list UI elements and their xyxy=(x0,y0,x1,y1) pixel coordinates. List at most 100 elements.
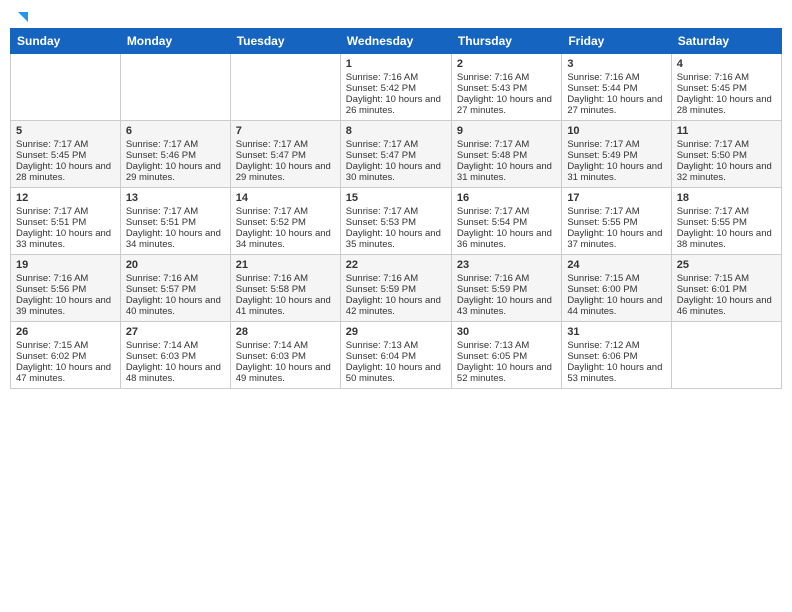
calendar-day-cell: 3Sunrise: 7:16 AMSunset: 5:44 PMDaylight… xyxy=(562,54,671,121)
calendar-day-cell: 31 Sunrise: 7:12 AMSunset: 6:06 PMDayligh… xyxy=(562,322,671,389)
sunrise-text: Sunrise: 7:14 AM xyxy=(236,340,335,351)
day-number: 20 xyxy=(126,259,225,271)
daylight-text: Daylight: 10 hours and 53 minutes. xyxy=(567,362,665,384)
calendar-week-row: 5Sunrise: 7:17 AMSunset: 5:45 PMDaylight… xyxy=(11,121,782,188)
calendar-day-cell: 11Sunrise: 7:17 AMSunset: 5:50 PMDayligh… xyxy=(671,121,781,188)
sunrise-text: Sunrise: 7:15 AM xyxy=(677,273,776,284)
sunset-text: Sunset: 5:47 PM xyxy=(346,150,446,161)
daylight-text: Daylight: 10 hours and 33 minutes. xyxy=(16,228,115,250)
calendar-day-cell: 27Sunrise: 7:14 AMSunset: 6:03 PMDayligh… xyxy=(120,322,230,389)
day-number: 29 xyxy=(346,326,446,338)
sunset-text: Sunset: 6:02 PM xyxy=(16,351,115,362)
daylight-text: Daylight: 10 hours and 27 minutes. xyxy=(567,94,665,116)
weekday-header-tuesday: Tuesday xyxy=(230,29,340,54)
sunrise-text: Sunrise: 7:17 AM xyxy=(126,139,225,150)
sunrise-text: Sunrise: 7:16 AM xyxy=(126,273,225,284)
sunset-text: Sunset: 5:59 PM xyxy=(457,284,556,295)
daylight-text: Daylight: 10 hours and 46 minutes. xyxy=(677,295,776,317)
day-number: 22 xyxy=(346,259,446,271)
daylight-text: Daylight: 10 hours and 44 minutes. xyxy=(567,295,665,317)
day-number: 17 xyxy=(567,192,665,204)
daylight-text: Daylight: 10 hours and 47 minutes. xyxy=(16,362,115,384)
sunrise-text: Sunrise: 7:16 AM xyxy=(457,72,556,83)
day-number: 21 xyxy=(236,259,335,271)
daylight-text: Daylight: 10 hours and 29 minutes. xyxy=(236,161,335,183)
sunset-text: Sunset: 6:01 PM xyxy=(677,284,776,295)
calendar-day-cell xyxy=(11,54,121,121)
sunset-text: Sunset: 6:05 PM xyxy=(457,351,556,362)
daylight-text: Daylight: 10 hours and 26 minutes. xyxy=(346,94,446,116)
calendar-day-cell: 15Sunrise: 7:17 AMSunset: 5:53 PMDayligh… xyxy=(340,188,451,255)
sunset-text: Sunset: 6:06 PM xyxy=(567,351,665,362)
sunrise-text: Sunrise: 7:12 AM xyxy=(567,340,665,351)
day-number: 6 xyxy=(126,125,225,137)
sunrise-text: Sunrise: 7:16 AM xyxy=(457,273,556,284)
sunset-text: Sunset: 5:58 PM xyxy=(236,284,335,295)
calendar-day-cell: 20Sunrise: 7:16 AMSunset: 5:57 PMDayligh… xyxy=(120,255,230,322)
calendar-week-row: 12Sunrise: 7:17 AMSunset: 5:51 PMDayligh… xyxy=(11,188,782,255)
day-number: 12 xyxy=(16,192,115,204)
day-number: 5 xyxy=(16,125,115,137)
sunrise-text: Sunrise: 7:17 AM xyxy=(567,206,665,217)
sunset-text: Sunset: 6:00 PM xyxy=(567,284,665,295)
sunrise-text: Sunrise: 7:16 AM xyxy=(677,72,776,83)
sunrise-text: Sunrise: 7:17 AM xyxy=(346,139,446,150)
weekday-header-friday: Friday xyxy=(562,29,671,54)
sunrise-text: Sunrise: 7:17 AM xyxy=(236,206,335,217)
daylight-text: Daylight: 10 hours and 43 minutes. xyxy=(457,295,556,317)
sunrise-text: Sunrise: 7:17 AM xyxy=(677,206,776,217)
logo xyxy=(14,10,30,20)
daylight-text: Daylight: 10 hours and 52 minutes. xyxy=(457,362,556,384)
calendar-day-cell: 9Sunrise: 7:17 AMSunset: 5:48 PMDaylight… xyxy=(451,121,561,188)
daylight-text: Daylight: 10 hours and 28 minutes. xyxy=(16,161,115,183)
day-number: 23 xyxy=(457,259,556,271)
sunset-text: Sunset: 5:44 PM xyxy=(567,83,665,94)
sunset-text: Sunset: 5:43 PM xyxy=(457,83,556,94)
sunrise-text: Sunrise: 7:13 AM xyxy=(457,340,556,351)
calendar-day-cell: 18Sunrise: 7:17 AMSunset: 5:55 PMDayligh… xyxy=(671,188,781,255)
day-number: 24 xyxy=(567,259,665,271)
sunrise-text: Sunrise: 7:14 AM xyxy=(126,340,225,351)
calendar-day-cell xyxy=(230,54,340,121)
calendar-day-cell: 13Sunrise: 7:17 AMSunset: 5:51 PMDayligh… xyxy=(120,188,230,255)
calendar-day-cell: 28Sunrise: 7:14 AMSunset: 6:03 PMDayligh… xyxy=(230,322,340,389)
day-number: 14 xyxy=(236,192,335,204)
daylight-text: Daylight: 10 hours and 36 minutes. xyxy=(457,228,556,250)
daylight-text: Daylight: 10 hours and 39 minutes. xyxy=(16,295,115,317)
day-number: 25 xyxy=(677,259,776,271)
daylight-text: Daylight: 10 hours and 38 minutes. xyxy=(677,228,776,250)
daylight-text: Daylight: 10 hours and 37 minutes. xyxy=(567,228,665,250)
sunrise-text: Sunrise: 7:17 AM xyxy=(457,206,556,217)
daylight-text: Daylight: 10 hours and 50 minutes. xyxy=(346,362,446,384)
calendar-day-cell: 19Sunrise: 7:16 AMSunset: 5:56 PMDayligh… xyxy=(11,255,121,322)
day-number: 31 xyxy=(567,326,665,338)
sunrise-text: Sunrise: 7:17 AM xyxy=(236,139,335,150)
sunset-text: Sunset: 5:55 PM xyxy=(677,217,776,228)
day-number: 15 xyxy=(346,192,446,204)
sunset-text: Sunset: 5:45 PM xyxy=(16,150,115,161)
weekday-header-wednesday: Wednesday xyxy=(340,29,451,54)
day-number: 13 xyxy=(126,192,225,204)
day-number: 9 xyxy=(457,125,556,137)
day-number: 4 xyxy=(677,58,776,70)
sunrise-text: Sunrise: 7:15 AM xyxy=(567,273,665,284)
daylight-text: Daylight: 10 hours and 48 minutes. xyxy=(126,362,225,384)
weekday-header-monday: Monday xyxy=(120,29,230,54)
calendar-day-cell: 29Sunrise: 7:13 AMSunset: 6:04 PMDayligh… xyxy=(340,322,451,389)
daylight-text: Daylight: 10 hours and 34 minutes. xyxy=(236,228,335,250)
calendar-day-cell: 24 Sunrise: 7:15 AMSunset: 6:00 PMDayligh… xyxy=(562,255,671,322)
calendar-day-cell: 25 Sunrise: 7:15 AMSunset: 6:01 PMDayligh… xyxy=(671,255,781,322)
calendar-day-cell: 23 Sunrise: 7:16 AMSunset: 5:59 PMDayligh… xyxy=(451,255,561,322)
weekday-header-sunday: Sunday xyxy=(11,29,121,54)
daylight-text: Daylight: 10 hours and 42 minutes. xyxy=(346,295,446,317)
sunset-text: Sunset: 5:47 PM xyxy=(236,150,335,161)
calendar-day-cell: 5Sunrise: 7:17 AMSunset: 5:45 PMDaylight… xyxy=(11,121,121,188)
sunrise-text: Sunrise: 7:17 AM xyxy=(567,139,665,150)
sunrise-text: Sunrise: 7:16 AM xyxy=(236,273,335,284)
calendar-day-cell: 16Sunrise: 7:17 AMSunset: 5:54 PMDayligh… xyxy=(451,188,561,255)
calendar-day-cell xyxy=(671,322,781,389)
sunset-text: Sunset: 5:45 PM xyxy=(677,83,776,94)
daylight-text: Daylight: 10 hours and 35 minutes. xyxy=(346,228,446,250)
day-number: 8 xyxy=(346,125,446,137)
sunset-text: Sunset: 5:50 PM xyxy=(677,150,776,161)
